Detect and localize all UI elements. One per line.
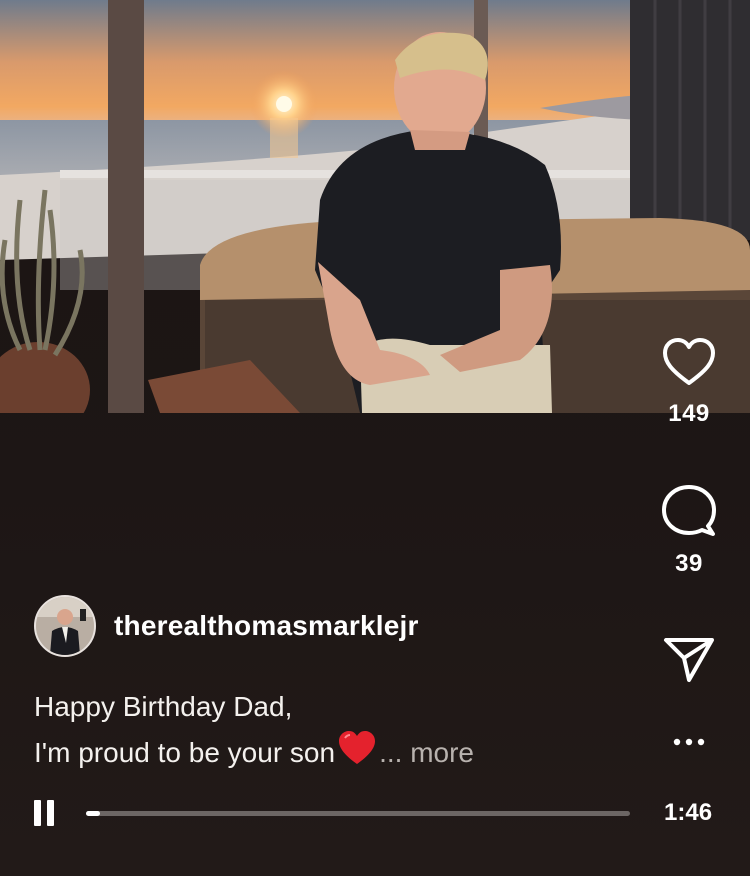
red-heart-emoji: [339, 731, 376, 764]
progress-track[interactable]: [86, 811, 630, 816]
avatar-image: [36, 597, 94, 655]
author-row[interactable]: therealthomasmarklejr: [34, 595, 419, 657]
player-controls: 1:46: [34, 795, 724, 831]
reel-viewer: 149 39 therealthomasmarklejr Happy Birth…: [0, 0, 750, 876]
heart-icon[interactable]: [661, 336, 717, 388]
more-options[interactable]: [658, 730, 720, 754]
video-still: [0, 0, 750, 413]
more-link[interactable]: more: [410, 737, 474, 768]
pause-icon[interactable]: [34, 800, 56, 826]
username[interactable]: therealthomasmarklejr: [114, 610, 419, 642]
comment-action[interactable]: 39: [658, 484, 720, 578]
caption-line-1: Happy Birthday Dad,: [34, 691, 293, 722]
more-icon[interactable]: [669, 730, 709, 754]
video-frame[interactable]: [0, 0, 750, 413]
caption-line-2-text: I'm proud to be your son: [34, 737, 336, 768]
share-action[interactable]: [658, 636, 720, 684]
like-action[interactable]: 149: [658, 336, 720, 428]
comment-icon[interactable]: [661, 484, 717, 538]
comment-count: 39: [675, 550, 703, 577]
avatar[interactable]: [34, 595, 96, 657]
progress-fill: [86, 811, 100, 816]
send-icon[interactable]: [662, 636, 716, 684]
caption[interactable]: Happy Birthday Dad, I'm proud to be your…: [34, 684, 474, 776]
caption-line-2: I'm proud to be your son ... more: [34, 730, 474, 776]
like-count: 149: [668, 400, 710, 427]
caption-ellipsis: ...: [379, 737, 403, 768]
time-remaining: 1:46: [664, 799, 713, 826]
